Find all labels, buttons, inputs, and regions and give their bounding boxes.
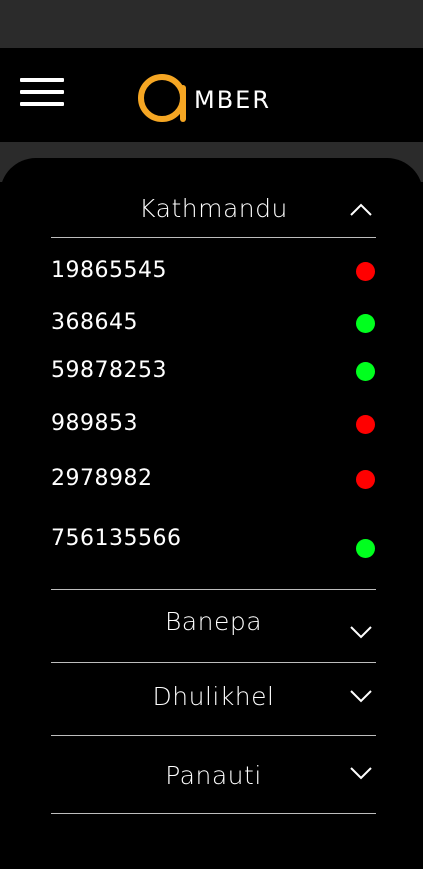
status-dot-online — [356, 539, 375, 558]
device-row[interactable]: 989853 — [51, 411, 376, 441]
device-id: 19865545 — [51, 258, 167, 283]
logo-text: MBER — [194, 86, 272, 114]
device-row[interactable]: 59878253 — [51, 358, 376, 388]
city-header-dhulikhel[interactable]: Dhulikhel — [51, 680, 376, 720]
city-name: Banepa — [164, 607, 263, 636]
chevron-down-icon[interactable] — [350, 690, 372, 704]
device-id: 368645 — [51, 310, 138, 335]
hamburger-menu-icon[interactable] — [20, 78, 64, 110]
device-row[interactable]: 368645 — [51, 310, 376, 340]
status-dot-offline — [356, 415, 375, 434]
divider — [51, 813, 376, 814]
device-row[interactable]: 2978982 — [51, 466, 376, 496]
status-dot-online — [356, 362, 375, 381]
city-header-banepa[interactable]: Banepa — [51, 605, 376, 649]
city-name: Panauti — [165, 761, 262, 790]
device-id: 59878253 — [51, 358, 167, 383]
chevron-up-icon[interactable] — [350, 202, 372, 216]
divider — [51, 662, 376, 663]
menu-bar — [20, 90, 64, 94]
divider — [51, 735, 376, 736]
city-header-kathmandu[interactable]: Kathmandu — [51, 192, 376, 228]
device-row[interactable]: 19865545 — [51, 258, 376, 288]
city-name: Kathmandu — [139, 194, 288, 223]
status-dot-offline — [356, 262, 375, 281]
device-id: 2978982 — [51, 466, 153, 491]
device-id: 756135566 — [51, 526, 182, 551]
status-bar — [0, 0, 423, 48]
device-id: 989853 — [51, 411, 138, 436]
city-name: Dhulikhel — [152, 682, 275, 711]
amber-logo: MBER — [136, 70, 271, 126]
menu-bar — [20, 102, 64, 106]
city-header-panauti[interactable]: Panauti — [51, 759, 376, 799]
logo-a-icon — [138, 74, 186, 122]
divider — [51, 237, 376, 238]
menu-bar — [20, 78, 64, 82]
chevron-down-icon[interactable] — [350, 767, 372, 781]
chevron-down-icon[interactable] — [350, 626, 372, 640]
device-row[interactable]: 756135566 — [51, 526, 376, 558]
status-dot-online — [356, 314, 375, 333]
divider — [51, 589, 376, 590]
status-dot-offline — [356, 470, 375, 489]
